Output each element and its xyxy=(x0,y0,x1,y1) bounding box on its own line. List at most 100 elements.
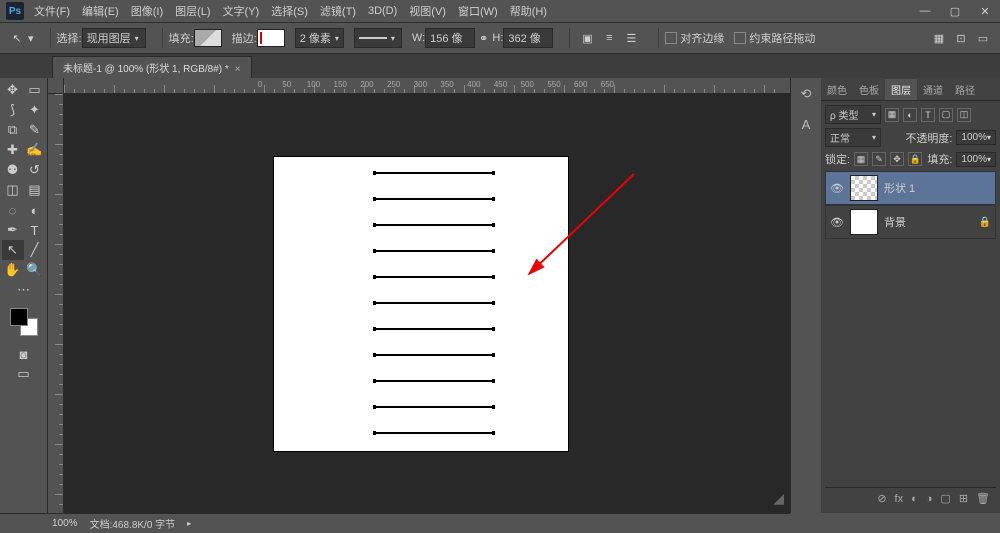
path-selection-tool[interactable]: ↖ xyxy=(2,240,24,260)
stamp-tool[interactable]: ⚉ xyxy=(2,160,24,180)
quickmask-tool[interactable]: ◙ xyxy=(13,344,35,364)
color-swap[interactable] xyxy=(8,306,40,338)
height-field[interactable]: 362 像 xyxy=(503,28,553,48)
screen-mode-icon[interactable]: ▭ xyxy=(972,27,994,49)
move-tool[interactable]: ✥ xyxy=(2,80,24,100)
menu-help[interactable]: 帮助(H) xyxy=(510,3,547,19)
filter-adjust-icon[interactable]: ◐ xyxy=(903,108,917,122)
stroke-style-dropdown[interactable]: ▾ xyxy=(354,28,402,48)
cloud-icon[interactable]: ⊡ xyxy=(950,27,972,49)
filter-smart-icon[interactable]: ◫ xyxy=(957,108,971,122)
menu-file[interactable]: 文件(F) xyxy=(34,3,70,19)
tab-channels[interactable]: 通道 xyxy=(917,79,949,100)
document-canvas[interactable] xyxy=(274,157,568,451)
stroke-swatch[interactable] xyxy=(257,29,285,47)
group-icon[interactable]: ▢ xyxy=(940,492,950,505)
chevron-right-icon[interactable]: ▸ xyxy=(187,519,191,528)
path-arrange-icon[interactable]: ☰ xyxy=(620,27,642,49)
eyedropper-tool[interactable]: ✎ xyxy=(24,120,46,140)
lock-paint-icon[interactable]: ✎ xyxy=(872,152,886,166)
minimize-button[interactable]: — xyxy=(910,0,940,22)
blur-tool[interactable]: ◌ xyxy=(2,200,24,220)
blend-mode-dropdown[interactable]: 正常▾ xyxy=(825,128,881,147)
filter-shape-icon[interactable]: ▢ xyxy=(939,108,953,122)
menu-layer[interactable]: 图层(L) xyxy=(175,3,210,19)
type-tool[interactable]: T xyxy=(24,220,46,240)
options-menu-icon[interactable]: ▦ xyxy=(928,27,950,49)
line-tool[interactable]: ╱ xyxy=(24,240,46,260)
layer-name[interactable]: 背景 xyxy=(884,214,973,230)
path-operations-icon[interactable]: ▣ xyxy=(576,27,598,49)
layer-name[interactable]: 形状 1 xyxy=(884,180,991,196)
menu-type[interactable]: 文字(Y) xyxy=(223,3,260,19)
filter-type-icon[interactable]: T xyxy=(921,108,935,122)
menu-view[interactable]: 视图(V) xyxy=(409,3,446,19)
layer-filter-dropdown[interactable]: ρ 类型▾ xyxy=(825,105,881,124)
lock-trans-icon[interactable]: ▦ xyxy=(854,152,868,166)
width-field[interactable]: 156 像 xyxy=(425,28,475,48)
fill-swatch[interactable] xyxy=(194,29,222,47)
hand-tool[interactable]: ✋ xyxy=(2,260,24,280)
menu-filter[interactable]: 滤镜(T) xyxy=(320,3,356,19)
constrain-checkbox[interactable] xyxy=(734,32,746,44)
eraser-tool[interactable]: ◫ xyxy=(2,180,24,200)
link-icon[interactable]: ⚭ xyxy=(479,32,488,45)
menu-edit[interactable]: 编辑(E) xyxy=(82,3,119,19)
screenmode-tool[interactable]: ▭ xyxy=(13,364,35,384)
zoom-tool[interactable]: 🔍 xyxy=(24,260,46,280)
fill-opacity-field[interactable]: 100%▾ xyxy=(956,152,996,167)
stroke-width-field[interactable]: 2 像素▾ xyxy=(295,28,344,48)
link-layers-icon[interactable]: ⊘ xyxy=(877,492,886,505)
lock-pos-icon[interactable]: ✥ xyxy=(890,152,904,166)
history-brush-tool[interactable]: ↺ xyxy=(24,160,46,180)
layer-row[interactable]: 👁 背景 🔒 xyxy=(825,205,996,239)
heal-tool[interactable]: ✚ xyxy=(2,140,24,160)
dodge-tool[interactable]: ◐ xyxy=(24,200,46,220)
visibility-icon[interactable]: 👁 xyxy=(830,182,844,195)
ruler-horizontal[interactable]: 050100150200250300350400450500550600650 xyxy=(64,78,790,94)
lock-all-icon[interactable]: 🔒 xyxy=(908,152,922,166)
document-info[interactable]: 文档:468.8K/0 字节 xyxy=(90,516,176,531)
character-panel-icon[interactable]: A xyxy=(796,114,816,134)
close-button[interactable]: ✕ xyxy=(970,0,1000,22)
layer-row[interactable]: 👁 形状 1 xyxy=(825,171,996,205)
tab-paths[interactable]: 路径 xyxy=(949,79,981,100)
ruler-vertical[interactable] xyxy=(48,94,64,513)
menu-select[interactable]: 选择(S) xyxy=(271,3,308,19)
visibility-icon[interactable]: 👁 xyxy=(830,216,844,229)
new-layer-icon[interactable]: ⊞ xyxy=(959,492,968,505)
tab-color[interactable]: 颜色 xyxy=(821,79,853,100)
close-tab-icon[interactable]: × xyxy=(235,64,241,75)
history-panel-icon[interactable]: ⟲ xyxy=(796,84,816,104)
document-tab[interactable]: 未标题-1 @ 100% (形状 1, RGB/8#) *× xyxy=(52,56,252,78)
canvas-stage[interactable]: ◢ xyxy=(64,94,790,513)
pen-tool[interactable]: ✒ xyxy=(2,220,24,240)
marquee-tool[interactable]: ▭ xyxy=(24,80,46,100)
adjustment-icon[interactable]: ◑ xyxy=(926,493,933,505)
gradient-tool[interactable]: ▤ xyxy=(24,180,46,200)
brush-tool[interactable]: ✍ xyxy=(24,140,46,160)
menu-3d[interactable]: 3D(D) xyxy=(368,5,397,17)
filter-pixel-icon[interactable]: ▦ xyxy=(885,108,899,122)
zoom-level[interactable]: 100% xyxy=(52,518,78,529)
menu-image[interactable]: 图像(I) xyxy=(131,3,163,19)
opacity-field[interactable]: 100%▾ xyxy=(956,130,996,145)
menu-window[interactable]: 窗口(W) xyxy=(458,3,498,19)
path-selection-tool-icon[interactable]: ↖ xyxy=(6,27,28,49)
wand-tool[interactable]: ✦ xyxy=(24,100,46,120)
align-edges-checkbox[interactable] xyxy=(665,32,677,44)
tab-swatches[interactable]: 色板 xyxy=(853,79,885,100)
path-align-icon[interactable]: ≡ xyxy=(598,27,620,49)
layer-thumbnail[interactable] xyxy=(850,175,878,201)
edit-toolbar[interactable]: ⋯ xyxy=(13,280,35,300)
layer-thumbnail[interactable] xyxy=(850,209,878,235)
trash-icon[interactable]: 🗑 xyxy=(976,492,990,505)
lasso-tool[interactable]: ⟆ xyxy=(2,100,24,120)
tab-layers[interactable]: 图层 xyxy=(885,79,917,100)
foreground-color[interactable] xyxy=(10,308,28,326)
mask-icon[interactable]: ◐ xyxy=(911,493,918,505)
crop-tool[interactable]: ⧉ xyxy=(2,120,24,140)
fx-icon[interactable]: fx xyxy=(895,493,904,505)
select-mode-dropdown[interactable]: 现用图层▾ xyxy=(82,28,146,48)
maximize-button[interactable]: ▢ xyxy=(940,0,970,22)
